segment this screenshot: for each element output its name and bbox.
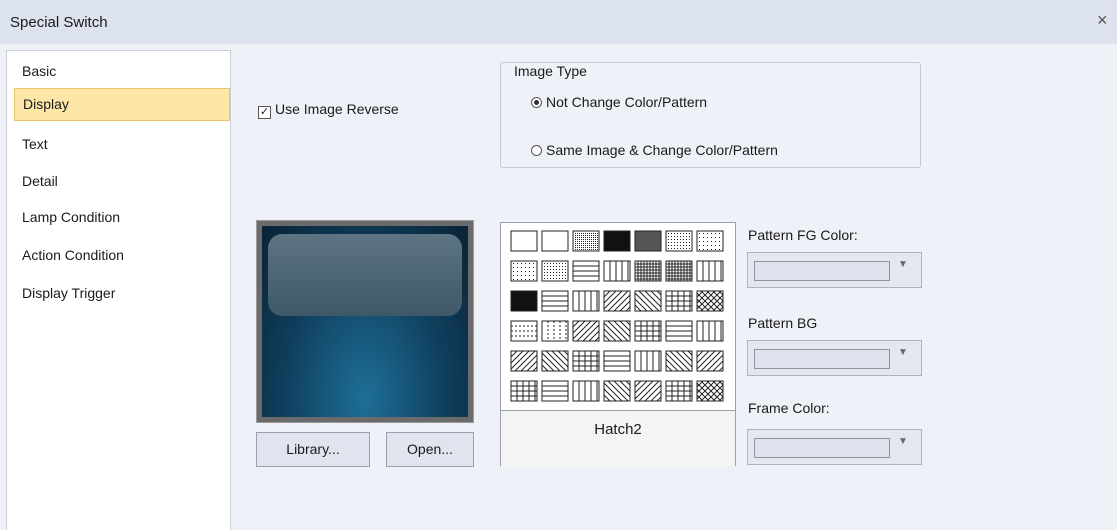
radio-label: Same Image & Change Color/Pattern	[546, 142, 778, 158]
radio-selected-icon[interactable]	[531, 97, 542, 108]
pattern-swatch[interactable]	[510, 230, 538, 252]
color-swatch	[754, 438, 890, 458]
pattern-swatch[interactable]	[603, 320, 631, 342]
pattern-swatch[interactable]	[665, 290, 693, 312]
pattern-swatch[interactable]	[510, 320, 538, 342]
pattern-swatch[interactable]	[572, 230, 600, 252]
frame-color-label: Frame Color:	[748, 400, 830, 416]
sidebar-item-display-trigger[interactable]: Display Trigger	[14, 277, 230, 310]
pattern-swatch[interactable]	[572, 260, 600, 282]
pattern-swatch[interactable]	[696, 350, 724, 372]
pattern-swatch[interactable]	[541, 350, 569, 372]
dialog-title: Special Switch	[10, 14, 108, 31]
pattern-swatch[interactable]	[634, 290, 662, 312]
pattern-swatch[interactable]	[696, 290, 724, 312]
chevron-down-icon[interactable]: ▼	[898, 259, 908, 270]
radio-unselected-icon[interactable]	[531, 145, 542, 156]
pattern-swatch[interactable]	[665, 320, 693, 342]
pattern-swatch[interactable]	[510, 260, 538, 282]
use-image-reverse-checkbox[interactable]: ✓ Use Image Reverse	[258, 101, 399, 119]
pattern-bg-dropdown[interactable]: ▼	[747, 340, 922, 376]
pattern-swatch[interactable]	[541, 320, 569, 342]
pattern-swatch[interactable]	[541, 260, 569, 282]
chevron-down-icon[interactable]: ▼	[898, 347, 908, 358]
sidebar-item-text[interactable]: Text	[14, 128, 230, 161]
pattern-swatch[interactable]	[696, 380, 724, 402]
sidebar-item-action-condition[interactable]: Action Condition	[14, 239, 230, 272]
category-list: Basic Display Text Detail Lamp Condition…	[6, 50, 231, 530]
open-button[interactable]: Open...	[386, 432, 474, 467]
close-icon[interactable]: ×	[1097, 10, 1108, 31]
color-swatch	[754, 261, 890, 281]
pattern-swatch[interactable]	[696, 260, 724, 282]
pattern-swatch[interactable]	[572, 350, 600, 372]
pattern-swatch[interactable]	[603, 290, 631, 312]
pattern-fg-color-dropdown[interactable]: ▼	[747, 252, 922, 288]
pattern-swatch[interactable]	[603, 380, 631, 402]
pattern-swatch[interactable]	[634, 380, 662, 402]
pattern-swatch[interactable]	[665, 380, 693, 402]
radio-not-change-color-pattern[interactable]: Not Change Color/Pattern	[531, 94, 707, 110]
pattern-swatch[interactable]	[665, 230, 693, 252]
pattern-swatch[interactable]	[572, 290, 600, 312]
pattern-picker: Hatch2	[500, 222, 736, 466]
pattern-swatch[interactable]	[510, 290, 538, 312]
sidebar-item-basic[interactable]: Basic	[14, 55, 230, 88]
pattern-swatch[interactable]	[541, 230, 569, 252]
image-type-title: Image Type	[510, 63, 591, 79]
frame-color-dropdown[interactable]: ▼	[747, 429, 922, 465]
pattern-swatch[interactable]	[510, 350, 538, 372]
chevron-down-icon[interactable]: ▼	[898, 436, 908, 447]
sidebar-item-display[interactable]: Display	[14, 88, 230, 121]
pattern-swatch[interactable]	[696, 230, 724, 252]
pattern-swatch[interactable]	[665, 350, 693, 372]
pattern-name: Hatch2	[501, 410, 735, 466]
pattern-swatch[interactable]	[696, 320, 724, 342]
checkbox-check-icon[interactable]: ✓	[258, 106, 271, 119]
switch-gloss	[268, 234, 462, 316]
pattern-swatch[interactable]	[634, 230, 662, 252]
use-image-reverse-label: Use Image Reverse	[275, 101, 399, 117]
radio-same-image-change-color[interactable]: Same Image & Change Color/Pattern	[531, 142, 778, 158]
pattern-grid[interactable]	[501, 223, 735, 409]
pattern-swatch[interactable]	[541, 290, 569, 312]
sidebar-item-lamp-condition[interactable]: Lamp Condition	[14, 201, 230, 234]
pattern-swatch[interactable]	[634, 320, 662, 342]
switch-image	[262, 226, 468, 417]
pattern-swatch[interactable]	[510, 380, 538, 402]
pattern-swatch[interactable]	[603, 260, 631, 282]
pattern-bg-label: Pattern BG	[748, 315, 818, 331]
pattern-swatch[interactable]	[634, 260, 662, 282]
sidebar-item-detail[interactable]: Detail	[14, 165, 230, 198]
pattern-swatch[interactable]	[665, 260, 693, 282]
pattern-swatch[interactable]	[603, 230, 631, 252]
pattern-swatch[interactable]	[634, 350, 662, 372]
radio-label: Not Change Color/Pattern	[546, 94, 708, 110]
library-button[interactable]: Library...	[256, 432, 370, 467]
pattern-swatch[interactable]	[572, 320, 600, 342]
title-bar: Special Switch ×	[0, 0, 1117, 44]
pattern-swatch[interactable]	[572, 380, 600, 402]
color-swatch	[754, 349, 890, 369]
pattern-fg-color-label: Pattern FG Color:	[748, 227, 858, 243]
image-preview	[256, 220, 474, 423]
pattern-swatch[interactable]	[541, 380, 569, 402]
pattern-swatch[interactable]	[603, 350, 631, 372]
